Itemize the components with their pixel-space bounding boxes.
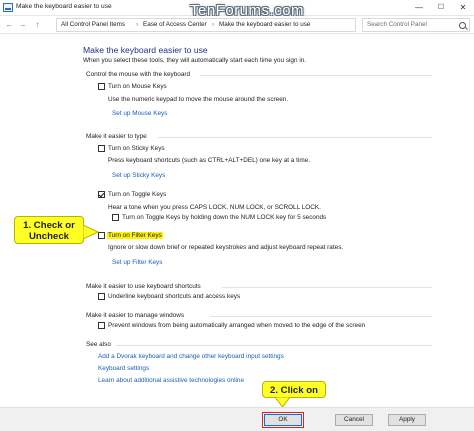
section-title-see-also: See also <box>86 341 111 348</box>
page-intro: When you select these tools, they will a… <box>83 57 307 64</box>
prevent-arrange-checkbox[interactable] <box>98 322 105 329</box>
keyboard-settings-link[interactable]: Keyboard settings <box>98 365 149 372</box>
maximize-button[interactable]: ☐ <box>430 0 452 16</box>
filter-keys-label-text: Turn on Filter Keys <box>107 232 163 239</box>
step-1-callout-line-2: Uncheck <box>29 231 69 242</box>
breadcrumb-current[interactable]: Make the keyboard easier to use <box>219 21 310 28</box>
set-up-mouse-keys-link[interactable]: Set up Mouse Keys <box>112 110 167 117</box>
toggle-keys-description: Hear a tone when you press CAPS LOCK, NU… <box>108 204 321 211</box>
sticky-keys-label[interactable]: Turn on Sticky Keys <box>108 145 165 152</box>
prevent-arrange-label[interactable]: Prevent windows from being automatically… <box>108 322 365 329</box>
section-title-windows: Make it easier to manage windows <box>86 312 185 319</box>
section-divider <box>116 345 432 346</box>
set-up-sticky-keys-link[interactable]: Set up Sticky Keys <box>112 172 165 179</box>
page-title: Make the keyboard easier to use <box>83 45 208 55</box>
mouse-keys-label[interactable]: Turn on Mouse Keys <box>108 83 167 90</box>
address-bar: ← → ↑ All Control Panel Items › Ease of … <box>0 16 474 34</box>
sticky-keys-checkbox[interactable] <box>98 145 105 152</box>
step-1-callout: 1. Check or Uncheck <box>14 216 84 244</box>
step-2-callout: 2. Click on <box>262 381 326 398</box>
filter-keys-description: Ignore or slow down brief or repeated ke… <box>108 244 344 251</box>
minimize-button[interactable]: — <box>408 0 430 16</box>
mouse-keys-checkbox[interactable] <box>98 83 105 90</box>
up-button[interactable]: ↑ <box>32 19 43 31</box>
underline-shortcuts-label[interactable]: Underline keyboard shortcuts and access … <box>108 293 240 300</box>
section-title-mouse: Control the mouse with the keyboard <box>86 71 191 78</box>
breadcrumb-ease-of-access[interactable]: Ease of Access Center <box>143 21 207 28</box>
apply-button[interactable]: Apply <box>388 414 426 426</box>
toggle-keys-label[interactable]: Turn on Toggle Keys <box>108 191 166 198</box>
underline-shortcuts-checkbox[interactable] <box>98 293 105 300</box>
dvorak-keyboard-link[interactable]: Add a Dvorak keyboard and change other k… <box>98 353 284 360</box>
dialog-footer: OK Cancel Apply <box>0 407 474 431</box>
step-1-arrow <box>83 225 99 239</box>
section-divider <box>222 287 432 288</box>
filter-keys-checkbox[interactable] <box>98 232 105 239</box>
breadcrumb-all-items[interactable]: All Control Panel Items <box>61 21 125 28</box>
search-placeholder: Search Control Panel <box>367 21 427 28</box>
search-icon[interactable] <box>459 22 466 29</box>
toggle-keys-hold-label[interactable]: Turn on Toggle Keys by holding down the … <box>122 214 326 221</box>
section-divider <box>210 316 432 317</box>
toggle-keys-checkbox[interactable] <box>98 191 105 198</box>
forward-button[interactable]: → <box>17 19 28 31</box>
step-1-callout-line-1: 1. Check or <box>23 220 75 231</box>
back-button[interactable]: ← <box>4 19 15 31</box>
mouse-keys-description: Use the numeric keypad to move the mouse… <box>108 96 289 103</box>
breadcrumb[interactable]: All Control Panel Items › Ease of Access… <box>56 18 356 32</box>
section-title-typing: Make it easier to type <box>86 133 147 140</box>
section-divider <box>158 137 432 138</box>
breadcrumb-separator: › <box>136 21 139 28</box>
section-title-shortcuts: Make it easier to use keyboard shortcuts <box>86 283 201 290</box>
assistive-technologies-link[interactable]: Learn about additional assistive technol… <box>98 377 244 384</box>
ok-highlight-box <box>262 412 304 428</box>
sticky-keys-description: Press keyboard shortcuts (such as CTRL+A… <box>108 157 310 164</box>
cancel-button[interactable]: Cancel <box>335 414 373 426</box>
keyboard-window-icon <box>3 3 13 12</box>
search-input[interactable]: Search Control Panel <box>362 18 470 32</box>
set-up-filter-keys-link[interactable]: Set up Filter Keys <box>112 259 162 266</box>
toggle-keys-hold-checkbox[interactable] <box>112 214 119 221</box>
filter-keys-label[interactable]: Turn on Filter Keys <box>107 232 163 239</box>
section-divider <box>200 75 432 76</box>
breadcrumb-separator: › <box>212 21 215 28</box>
close-button[interactable]: ✕ <box>452 0 474 16</box>
window-title: Make the keyboard easier to use <box>16 3 112 10</box>
